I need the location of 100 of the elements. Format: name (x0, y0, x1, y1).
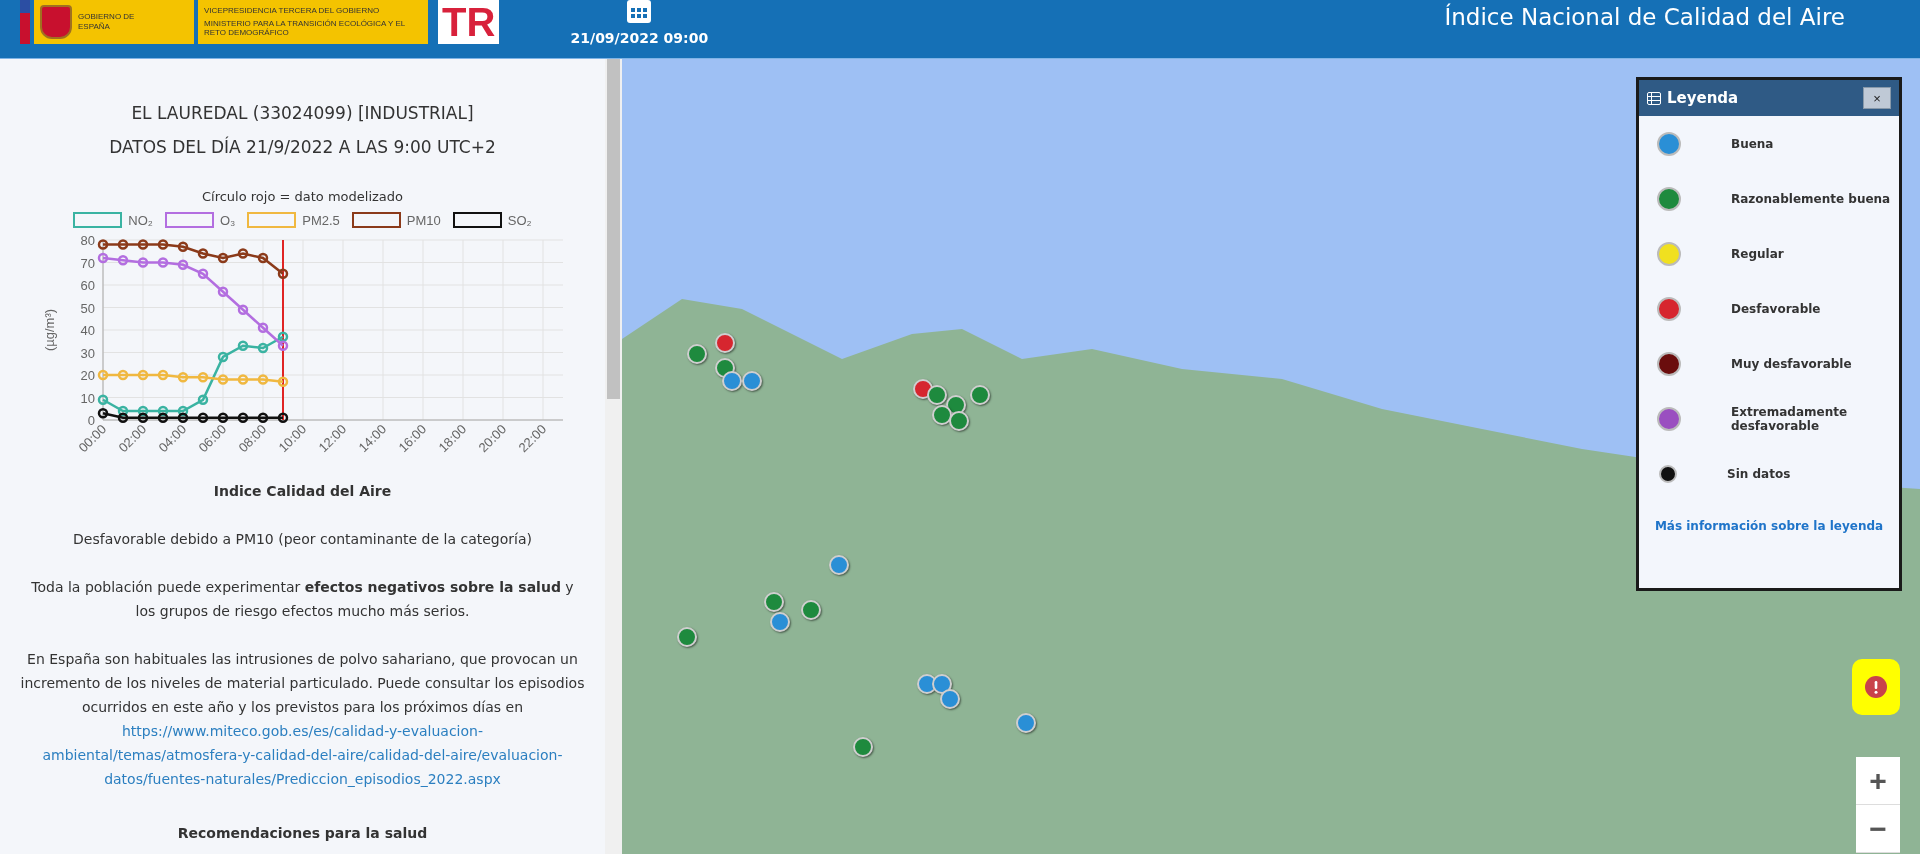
data-point (117, 255, 128, 266)
series-label[interactable]: SO₂ (507, 212, 532, 228)
coat-of-arms-icon (40, 5, 72, 39)
data-point (277, 268, 288, 279)
map-view[interactable]: Leyenda × Buena Razonablemente buena Regular Desfavorable Muy desfavorable Extremadamente desfavorable Sin datos Más información sobre la leyenda + − (622, 59, 1920, 854)
calendar-icon[interactable] (626, 0, 653, 24)
logo-text: GOBIERNO DE ESPAÑA (78, 12, 136, 32)
data-point (237, 304, 248, 315)
legend-info-link[interactable]: Más información sobre la leyenda (1654, 519, 1884, 533)
legend-label: Extremadamente desfavorable (1731, 404, 1849, 433)
data-point (197, 248, 208, 259)
data-point (217, 351, 228, 363)
index-title: Indice Calidad del Aire (213, 482, 392, 501)
y-tick-label: 80 (80, 233, 95, 248)
data-point (237, 374, 248, 385)
legend-label: Muy desfavorable (1731, 356, 1852, 371)
data-point (177, 372, 188, 383)
station-title: EL LAUREDAL (33024099) [INDUSTRIAL] (131, 103, 474, 123)
date-time: 21/09/2022 09:00 (570, 30, 709, 46)
data-point (197, 394, 208, 405)
data-point (237, 248, 248, 259)
series-label[interactable]: PM10 (406, 212, 441, 228)
legend-label: Regular (1731, 246, 1784, 261)
data-point (257, 374, 268, 385)
logo-text: VICEPRESIDENCIA TERCERA DEL GOBIERNO (204, 6, 380, 16)
legend-label: Desfavorable (1731, 301, 1821, 316)
table-icon (1647, 91, 1661, 105)
data-point (277, 340, 288, 351)
data-point (137, 239, 148, 250)
y-tick-label: 20 (80, 368, 95, 383)
series-swatch[interactable] (351, 212, 401, 228)
app-title: Índice Nacional de Calidad del Aire (1444, 2, 1846, 32)
data-point (257, 342, 268, 354)
scrollbar[interactable] (605, 59, 622, 854)
data-point (197, 268, 208, 279)
data-point (137, 257, 148, 268)
recovery-plan-logo: TR (438, 0, 500, 44)
data-point (117, 239, 128, 250)
close-button[interactable]: × (1863, 87, 1891, 109)
logo-text: MINISTERIO PARA LA TRANSICIÓN ECOLÓGICA Y EL RETO DEMOGRÁFICO (204, 18, 406, 38)
series-swatch[interactable] (73, 212, 123, 228)
alert-button[interactable] (1852, 659, 1900, 715)
data-point (177, 259, 188, 270)
series-label[interactable]: PM2.5 (302, 212, 340, 228)
data-point (157, 405, 168, 417)
scrollbar-thumb[interactable] (607, 59, 620, 399)
data-point (177, 405, 188, 417)
y-tick-label: 40 (80, 323, 95, 338)
chart-note: Círculo rojo = dato modelizado (201, 189, 404, 204)
data-point (117, 405, 128, 417)
data-point (157, 239, 168, 250)
y-tick-label: 50 (80, 300, 95, 316)
data-point (117, 412, 128, 423)
data-point (257, 252, 268, 264)
dust-text: En España son habituales las intrusiones de polvo sahariano, que provocan un incremento de los niveles de material particulado. Puede consultar los episodios ocurridos en este año y los previstos para los próximos días en (20, 650, 585, 717)
data-point (137, 412, 148, 423)
series-swatch[interactable] (164, 212, 214, 228)
data-point (157, 412, 168, 423)
series-label[interactable]: O₃ (219, 212, 236, 228)
data-point (157, 369, 168, 381)
data-point (197, 372, 208, 383)
data-point (117, 369, 128, 381)
episodes-link[interactable]: https://www.miteco.gob.es/es/calidad-y-evaluacion-ambiental/temas/atmosfera-y-calidad-del-aire/calidad-del-aire/evaluacion-datos/fuentes-naturales/Prediccion_episodios_2022.aspx (30, 719, 575, 791)
data-point (237, 340, 248, 351)
data-point (197, 412, 208, 423)
eu-flag-strip (20, 0, 30, 44)
series-swatch[interactable] (452, 212, 502, 228)
station-subtitle: DATOS DEL DÍA 21/9/2022 A LAS 9:00 UTC+2 (109, 137, 496, 157)
station-marker[interactable] (949, 411, 969, 431)
y-tick-label: 30 (80, 345, 95, 361)
data-point (217, 374, 228, 385)
recommendations-title: Recomendaciones para la salud (177, 824, 428, 843)
data-point (97, 408, 108, 419)
zoom-in-button[interactable]: + (1856, 757, 1900, 805)
data-point (177, 412, 188, 423)
data-point (217, 412, 228, 423)
y-tick-label: 70 (80, 255, 95, 271)
legend-label: Sin datos (1727, 466, 1791, 481)
legend-title: Leyenda (1667, 89, 1739, 107)
y-tick-label: 60 (80, 278, 95, 293)
data-point (97, 252, 108, 264)
data-point (157, 257, 168, 268)
data-point (97, 369, 108, 381)
data-point (217, 252, 228, 264)
legend-label: Razonablemente buena (1731, 191, 1891, 206)
data-point (97, 394, 108, 405)
health-text: Toda la población puede experimentar efectos negativos sobre la salud y los grupos de riesgo efectos mucho más serios. (30, 578, 575, 621)
data-point (257, 322, 268, 333)
data-point (177, 241, 188, 252)
data-point (277, 376, 288, 387)
data-point (257, 412, 268, 423)
data-point (277, 331, 288, 342)
legend-label: Buena (1731, 136, 1774, 151)
y-axis-label: (µg/m³) (41, 308, 57, 352)
data-point (137, 405, 148, 417)
data-point (237, 412, 248, 423)
exclamation-icon (1865, 676, 1887, 698)
data-point (217, 286, 228, 297)
data-point (277, 412, 288, 423)
series-label[interactable]: NO₂ (128, 212, 153, 228)
